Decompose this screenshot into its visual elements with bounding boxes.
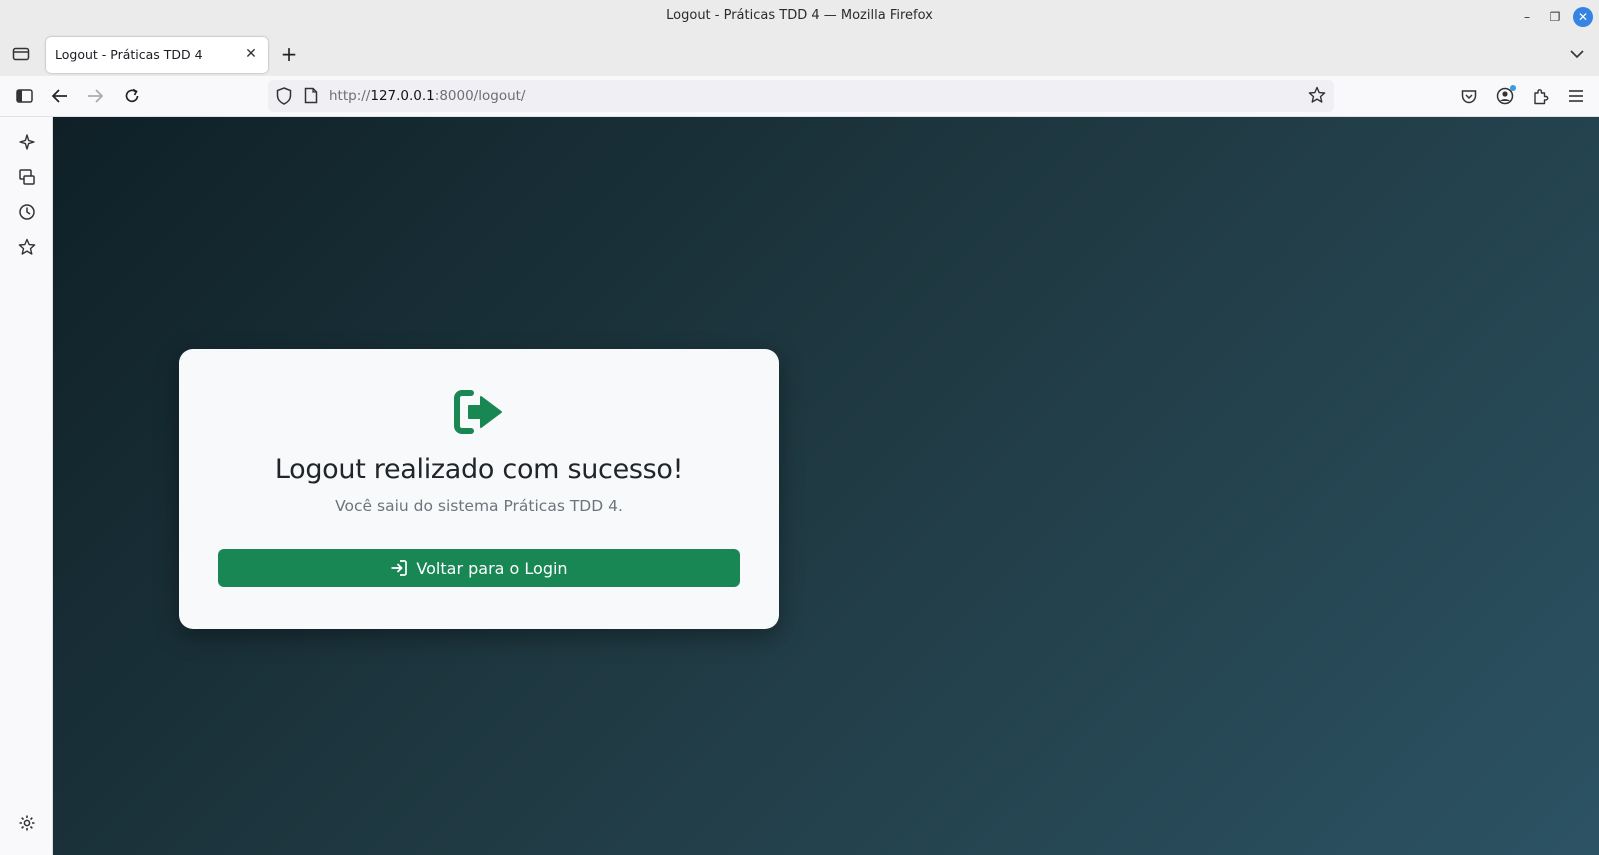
url-scheme: http:// [329,88,371,104]
close-window-button[interactable]: ✕ [1573,7,1593,27]
url-host: 127.0.0.1 [370,88,435,104]
sidebar [0,117,53,855]
new-tab-button[interactable]: + [278,43,300,65]
history-icon[interactable] [16,201,38,223]
box-arrow-right-icon [453,389,505,435]
synced-tabs-icon[interactable] [16,166,38,188]
url-path: :8000/logout/ [434,88,526,104]
logout-card: Logout realizado com sucesso! Você saiu … [179,349,779,629]
logout-subtext: Você saiu do sistema Práticas TDD 4. [335,497,623,515]
tab-close-icon[interactable]: ✕ [242,45,260,63]
menu-icon[interactable] [1564,84,1588,108]
bookmark-star-icon[interactable] [1308,86,1326,108]
box-arrow-in-right-icon [390,559,408,577]
settings-icon[interactable] [16,812,38,834]
bookmarks-icon[interactable] [16,236,38,258]
window-titlebar: Logout - Práticas TDD 4 — Mozilla Firefo… [0,0,1599,34]
account-icon[interactable] [1493,84,1517,108]
minimize-button[interactable]: – [1517,7,1537,27]
maximize-button[interactable]: ❐ [1545,7,1565,27]
tab-strip: Logout - Práticas TDD 4 ✕ + [0,34,1599,76]
logout-heading: Logout realizado com sucesso! [274,454,684,485]
navigation-toolbar: http://127.0.0.1:8000/logout/ [0,76,1599,117]
firefox-view-icon[interactable] [10,43,32,65]
page-content: Logout realizado com sucesso! Você saiu … [53,117,1599,855]
forward-icon[interactable] [83,84,107,108]
back-to-login-label: Voltar para o Login [416,558,568,578]
tab-label: Logout - Práticas TDD 4 [55,47,203,62]
window-title: Logout - Práticas TDD 4 — Mozilla Firefo… [666,8,933,23]
chevron-down-icon[interactable] [1566,43,1588,65]
sidebar-toggle-icon[interactable] [12,84,36,108]
reload-icon[interactable] [120,84,144,108]
url-bar[interactable]: http://127.0.0.1:8000/logout/ [268,80,1334,112]
ai-chatbot-icon[interactable] [16,131,38,153]
pocket-icon[interactable] [1457,84,1481,108]
url-text[interactable]: http://127.0.0.1:8000/logout/ [329,88,525,104]
extensions-icon[interactable] [1528,84,1552,108]
tab-logout[interactable]: Logout - Práticas TDD 4 ✕ [46,37,268,73]
account-notification-dot [1510,85,1516,91]
back-icon[interactable] [48,84,72,108]
page-info-icon[interactable] [304,87,318,108]
back-to-login-button[interactable]: Voltar para o Login [218,549,740,587]
tracking-protection-shield-icon[interactable] [276,87,292,109]
